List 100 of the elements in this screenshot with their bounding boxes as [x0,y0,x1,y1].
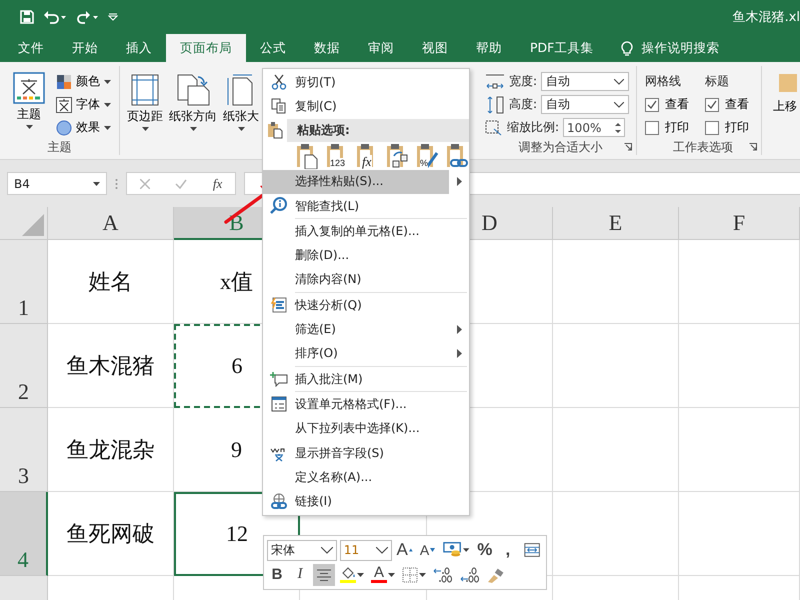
height-label: 高度: [509,96,538,113]
font-icon [56,96,72,112]
smart-lookup-icon [270,197,288,216]
height-dropdown[interactable]: 自动 [541,95,630,114]
percent-style-button[interactable]: % [474,539,495,562]
caret-icon [93,182,100,186]
page-setup-button[interactable]: 纸张方向 [166,72,220,155]
caret-icon [238,127,244,131]
ribbon-tab[interactable]: 页面布局 [166,34,246,62]
shrink-font-button[interactable]: A [418,539,438,562]
checkbox[interactable]: 查看 [705,93,749,116]
ribbon-tab[interactable]: 公式 [246,34,300,62]
checkmark-icon [647,100,657,109]
row-header[interactable]: 1 [0,240,48,324]
table-cell: 鱼死网破 [48,492,174,576]
scissors-icon [271,74,287,90]
ribbon-tab[interactable]: 数据 [300,34,354,62]
ribbon-tab[interactable]: 帮助 [462,34,516,62]
table-cell: 鱼龙混杂 [48,408,174,492]
dialog-launcher-icon[interactable] [624,143,632,151]
caret-icon [190,127,196,131]
comment-icon [270,371,288,388]
grip-icon [115,178,118,190]
row-header[interactable]: 2 [0,324,48,408]
borders-icon [402,566,418,583]
ribbon-tab[interactable]: PDF工具集 [516,34,608,62]
paste-option-button[interactable] [445,142,469,169]
ribbon-tab[interactable]: 审阅 [354,34,408,62]
ribbon-tab[interactable]: 开始 [58,34,112,62]
paste-icon [267,121,283,140]
redo-icon[interactable] [76,10,98,24]
column-header[interactable]: A [48,207,174,240]
row-header[interactable]: 3 [0,408,48,492]
wrap-text-icon [522,541,541,560]
lightbulb-icon [621,39,634,57]
comma-style-button[interactable]: , [498,539,518,562]
quick-analysis-icon [271,297,287,314]
palette-icon [56,74,72,90]
grow-font-button[interactable]: A [394,539,415,562]
submenu-arrow-icon [456,349,462,358]
group-label: 工作表选项 [673,139,733,156]
caret-icon [142,127,148,131]
page-setup-button[interactable]: 页边距 [124,72,166,155]
menu-item[interactable]: 复制(C) [263,94,469,119]
caret-icon [463,548,470,552]
caret-icon [357,572,364,577]
caret-icon [419,572,426,577]
option-heading: 标题 [705,73,730,90]
paste-option-button[interactable] [385,142,409,169]
ribbon-tab[interactable]: 插入 [112,34,166,62]
triangle-icon [408,548,413,552]
triangle-icon [430,548,436,552]
center-align-button[interactable] [313,564,335,586]
link-icon [270,492,288,511]
align-center-icon [317,568,331,581]
circle-icon [56,120,72,136]
dialog-launcher-icon[interactable] [749,143,757,151]
group-label: 调整为合适大小 [518,139,602,156]
undo-icon[interactable] [44,10,66,24]
checkbox[interactable]: 打印 [645,116,689,139]
row-header[interactable]: 4 [0,492,48,576]
themes-button[interactable]: 主题 [10,70,48,139]
font-size-dropdown[interactable]: 11 [340,540,392,561]
submenu-arrow-icon [456,177,462,186]
width-icon [485,72,505,90]
table-cell: 姓名 [48,240,174,324]
name-box[interactable]: B4 [7,172,107,195]
caret-icon [104,126,111,130]
theme-option-button[interactable]: 颜色 [54,70,113,93]
insert-function-button[interactable]: fx [212,176,222,192]
column-header[interactable]: E [553,207,679,240]
width-dropdown[interactable]: 自动 [541,72,630,91]
paintbrush-icon [487,566,505,583]
page-setup-button[interactable]: 纸张大 [220,72,262,155]
ribbon-tab[interactable]: 视图 [408,34,462,62]
customize-toolbar-icon[interactable] [108,13,118,21]
bring-forward-button[interactable]: 上移 [770,66,800,117]
column-header[interactable]: F [679,207,800,240]
chevron-down-icon [614,78,624,84]
ribbon-tab[interactable]: 文件 [4,34,58,62]
font-color-button[interactable]: A [369,564,397,586]
caret-icon [104,102,111,106]
theme-option-button[interactable]: 效果 [54,116,113,139]
page-size-icon [227,74,255,106]
chevron-down-icon [376,546,388,554]
menu-item[interactable]: 剪切(T) [263,70,469,94]
caret-icon [388,572,395,577]
scale-spinner[interactable]: 100% [563,118,626,137]
chevron-down-icon [320,546,333,554]
checkbox[interactable]: 打印 [705,116,749,139]
orientation-icon [176,74,210,106]
menu-item[interactable]: 选择性粘贴(S)... [263,170,469,194]
chevron-down-icon [614,102,624,108]
save-icon[interactable] [20,10,34,24]
theme-option-button[interactable]: 字体 [54,93,113,116]
font-dropdown[interactable]: 宋体 [267,540,337,561]
checkbox[interactable]: 查看 [645,93,689,116]
paste-option-button[interactable] [295,142,319,169]
tell-me-search[interactable]: 操作说明搜索 [641,40,720,56]
checkmark-icon [707,100,717,109]
